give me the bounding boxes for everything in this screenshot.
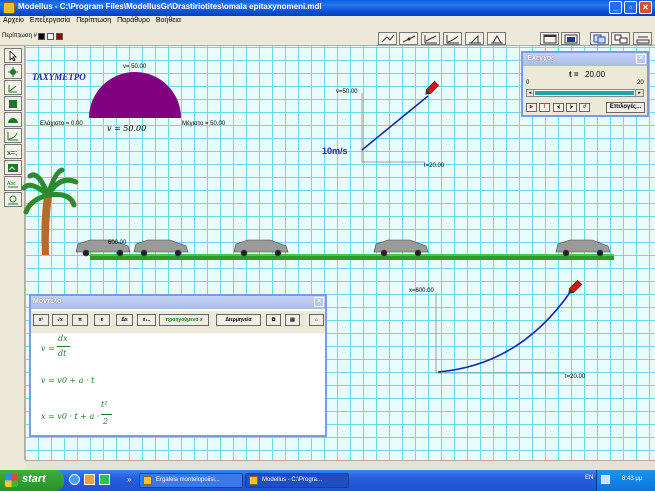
previous-x-button[interactable]: προηγούμενο x (159, 314, 209, 326)
control-window-title: Έλεγχος (526, 55, 555, 62)
equation-3-fraction-bar (101, 414, 112, 415)
car-4 (373, 239, 429, 257)
time-slider[interactable]: ◂ ▸ (526, 89, 644, 97)
slider-fill (535, 91, 634, 95)
time-value: 20.00 (585, 70, 606, 79)
equation-1-den: dt (58, 349, 67, 358)
slider-min: 0 (526, 80, 530, 86)
index-button[interactable]: x₁.. (137, 314, 156, 326)
step-back-button[interactable]: ◂| (553, 103, 564, 112)
car-2 (133, 239, 189, 257)
graph-v-axes (361, 93, 425, 163)
equation-1-num: dx (58, 334, 68, 343)
quicklaunch-icon-3[interactable] (99, 474, 110, 485)
quicklaunch-icon-2[interactable] (84, 474, 95, 485)
model-copy-button[interactable]: ⧉ (266, 314, 281, 326)
time-label: t = (569, 70, 579, 79)
equation-1-fraction-bar (57, 346, 70, 347)
car-5 (555, 239, 611, 257)
graph-v-line (361, 95, 429, 151)
reset-button[interactable]: ↺ (579, 103, 590, 112)
model-print-button[interactable]: ▤ (285, 314, 300, 326)
model-editor[interactable]: v = dx dt v = v0 + a · t x = v0 · t + a … (31, 333, 325, 435)
graph-v-xlabel: t=20.00 (424, 163, 445, 169)
speedometer-value: v = 50.00 (107, 124, 147, 133)
task-modellus-label: Modellus - C:\Progra... (262, 477, 323, 483)
equation-3-den: 2 (103, 417, 109, 426)
start-button[interactable]: start (0, 470, 64, 491)
word-icon (143, 476, 152, 485)
modellus-icon (249, 476, 258, 485)
equation-3-num: t² (101, 400, 108, 409)
step-forward-button[interactable]: |▸ (566, 103, 577, 112)
palm-tree-image (21, 167, 79, 255)
car-3 (233, 239, 289, 257)
graph-x-xlabel: t=20.00 (565, 374, 586, 380)
task-modellus[interactable]: Modellus - C:\Progra... (245, 473, 349, 488)
equation-3-lhs: x = v0 · t + a · (41, 412, 100, 421)
pencil-icon (425, 80, 440, 95)
speedometer-min-label: Ελάχιστο = 0.00 (40, 121, 83, 127)
graph-x-axes (435, 293, 565, 374)
language-indicator[interactable]: EN (585, 475, 593, 481)
graph-v-annotation: 10m/s (322, 146, 348, 156)
ie-icon[interactable] (69, 474, 80, 485)
speedometer-title: ΤΑΧΥΜΕΤΡΟ (32, 72, 86, 82)
speedometer-max-top: v= 50.00 (123, 64, 147, 70)
show-more-icon[interactable]: » (127, 475, 136, 484)
task-ergaleia[interactable]: Ergaleia montelopoiisi... (139, 473, 243, 488)
task-ergaleia-label: Ergaleia montelopoiisi... (156, 477, 220, 483)
model-scale-button[interactable]: ⌂ (309, 314, 324, 326)
pi-button[interactable]: π (72, 314, 88, 326)
play-button[interactable]: ▶ (526, 103, 537, 112)
options-button[interactable]: Επιλογές... (606, 102, 645, 113)
equation-1-lhs: v = (41, 344, 55, 353)
slider-right-arrow[interactable]: ▸ (635, 90, 643, 96)
road-position-label: 600.00 (108, 240, 127, 246)
sqrt-button[interactable]: √x (52, 314, 68, 326)
windows-logo-icon (5, 474, 18, 487)
graph-x-ylabel: x=600.00 (409, 288, 434, 294)
pause-button[interactable]: ‖ (539, 103, 550, 112)
speedometer-gauge[interactable] (89, 72, 181, 118)
horizontal-scrollbar[interactable] (25, 460, 655, 470)
model-window: Μοντέλο ✕ x² √x π e Δx x₁.. προηγούμενο … (29, 294, 327, 437)
control-window: Έλεγχος ✕ t = 20.00 0 20 ◂ ▸ ▶ ‖ ◂| |▸ ↺… (521, 51, 649, 117)
model-window-title: Μοντέλο (33, 298, 62, 305)
taskbar: start » Ergaleia montelopoiisi... Modell… (0, 470, 655, 491)
graph-v-ylabel: v=50.00 (336, 89, 358, 95)
control-window-header: Έλεγχος ✕ (523, 53, 647, 66)
model-window-header: Μοντέλο ✕ (31, 296, 325, 309)
control-close-button[interactable]: ✕ (636, 54, 646, 64)
interpret-button[interactable]: Διερμηνεία (216, 314, 261, 326)
equation-2: v = v0 + a · t (41, 376, 95, 385)
system-tray: 8:43 μμ (596, 470, 655, 491)
speedometer-max-label: Μέγιστο = 50.00 (182, 121, 226, 127)
delta-button[interactable]: Δx (116, 314, 133, 326)
power-button[interactable]: x² (33, 314, 49, 326)
start-label: start (22, 473, 46, 485)
tray-icon[interactable] (601, 475, 610, 484)
slider-left-arrow[interactable]: ◂ (527, 90, 534, 96)
slider-max: 20 (637, 80, 644, 86)
pencil-icon-2 (568, 279, 583, 294)
clock: 8:43 μμ (622, 476, 643, 482)
model-close-button[interactable]: ✕ (314, 297, 324, 307)
graph-x-curve (437, 290, 572, 373)
e-button[interactable]: e (94, 314, 110, 326)
